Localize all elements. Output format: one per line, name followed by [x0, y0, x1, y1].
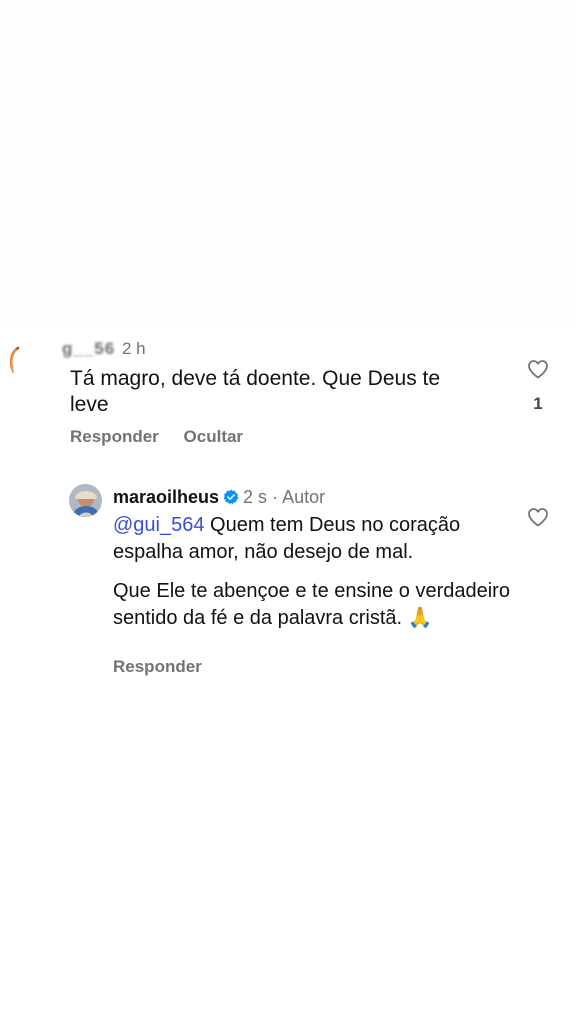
comment-hide-button[interactable]: Ocultar: [184, 427, 244, 446]
reply-paragraph-1: @gui_564 Quem tem Deus no coração espalh…: [113, 512, 513, 566]
comment-text-line1: Tá magro, deve tá doente. Que Deus te: [70, 367, 441, 390]
verified-badge-icon: [223, 488, 239, 505]
author-label: Autor: [282, 487, 326, 507]
comment-actions: Responder Ocultar: [70, 426, 263, 448]
heart-icon[interactable]: [526, 505, 550, 529]
comments-screen: g__56 2 h Tá magro, deve tá doente. Que …: [0, 0, 576, 1024]
comment-like-count: 1: [533, 394, 543, 413]
blank-area: [0, 0, 576, 322]
comment-text-line2: leve: [70, 393, 109, 416]
reply-actions: Responder: [113, 656, 202, 678]
comment-username[interactable]: g__56: [62, 338, 115, 360]
comment-header: g__56 2 h: [62, 338, 146, 360]
reply-reply-button[interactable]: Responder: [113, 657, 202, 676]
commenter-avatar[interactable]: [4, 336, 54, 386]
comment-text: Tá magro, deve tá doente. Que Deus te le…: [70, 366, 490, 418]
heart-icon[interactable]: [526, 357, 550, 381]
comment-time: 2 h: [121, 339, 146, 358]
reply-username[interactable]: maraoilheus: [113, 487, 219, 507]
reply-paragraph-2: Que Ele te abençoe e te ensine o verdade…: [113, 580, 510, 629]
comment-reply-button[interactable]: Responder: [70, 427, 159, 446]
mention-link[interactable]: @gui_564: [113, 514, 204, 536]
reply-text: @gui_564 Quem tem Deus no coração espalh…: [113, 512, 513, 632]
reply-header: maraoilheus 2 s · Autor: [113, 486, 325, 508]
reply-separator: ·: [272, 487, 279, 507]
reply-avatar[interactable]: [69, 484, 102, 517]
reply-time: 2 s: [243, 487, 268, 507]
